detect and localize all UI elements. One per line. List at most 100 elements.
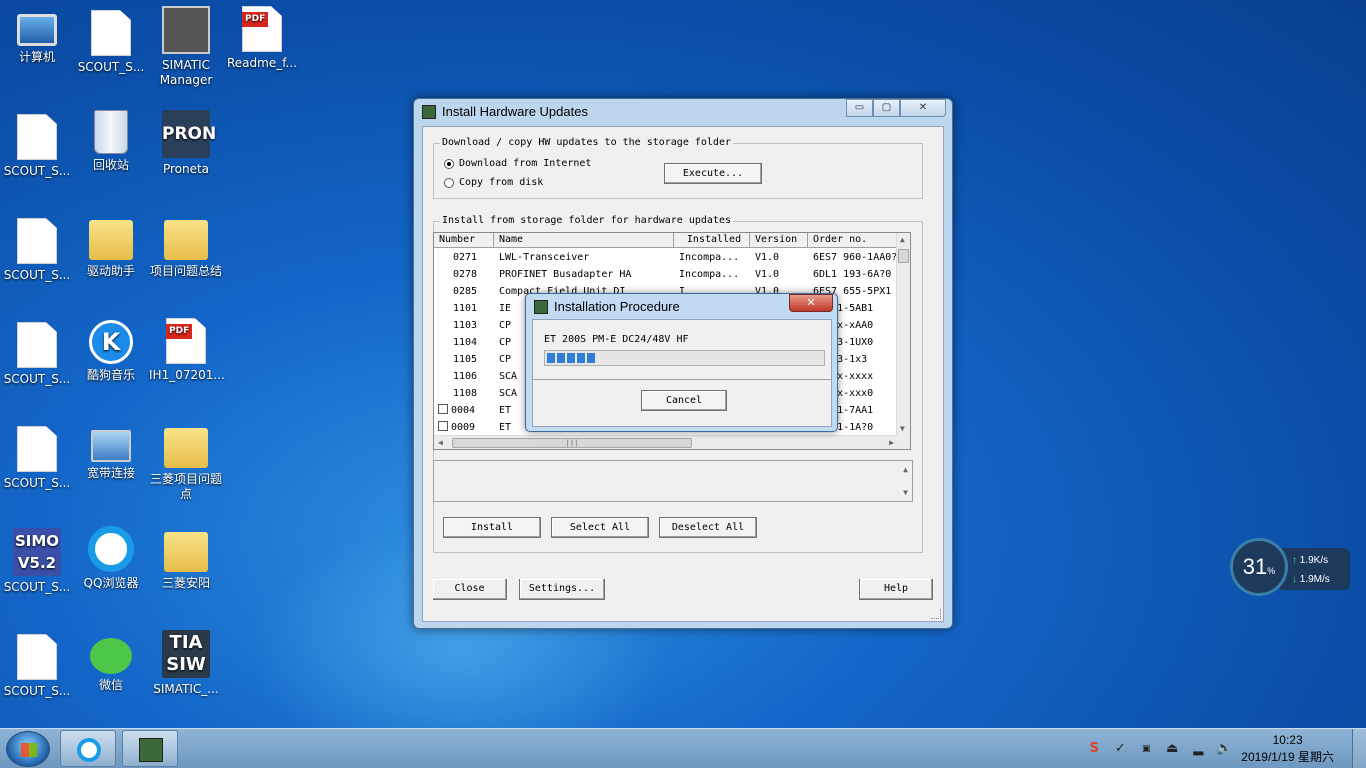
desktop-icon-label: 微信 (98, 678, 123, 692)
radio-button[interactable] (444, 177, 454, 188)
pdf-badge: PDF (242, 12, 269, 27)
window-titlebar[interactable]: Install Hardware Updates ▭ ▢ ✕ (414, 99, 952, 125)
clock-time: 10:23 (1272, 733, 1303, 747)
sogou-input-icon[interactable]: S (1085, 740, 1103, 758)
dialog-client: ET 200S PM-E DC24/48V HF Cancel (532, 319, 832, 427)
desktop-icon-label: Readme_f... (226, 56, 298, 70)
desktop-icon-scout-simotion[interactable]: SIMO V5.2 SCOUT_S... (0, 528, 74, 595)
dialog-divider (533, 379, 831, 380)
install-button[interactable]: Install (443, 517, 541, 538)
show-desktop-button[interactable] (1352, 729, 1366, 768)
settings-button[interactable]: Settings... (519, 579, 605, 600)
scroll-down-icon[interactable]: ▼ (900, 424, 905, 433)
license-manager-icon[interactable]: ▣ (1137, 740, 1155, 758)
progress-segment (567, 353, 575, 363)
scroll-down-icon[interactable]: ▼ (903, 488, 908, 497)
taskbar-qq-browser[interactable] (60, 730, 116, 767)
close-window-button[interactable]: ✕ (900, 99, 946, 117)
system-clock[interactable]: 10:23 2019/1/19 星期六 (1241, 732, 1334, 766)
vertical-scrollbar[interactable]: ▲ ▼ (896, 233, 910, 449)
table-row[interactable]: 0278 PROFINET Busadapter HA Incompa... V1.0… (434, 266, 898, 283)
desktop-icon-readme-pdf[interactable]: PDF Readme_f... (225, 6, 299, 71)
desktop-icon-label: SCOUT_S... (77, 60, 145, 74)
column-header-installed[interactable]: Installed (674, 233, 750, 247)
desktop-icon-recycle-bin[interactable]: 回收站 (74, 110, 148, 173)
cell-text: IE (499, 303, 512, 314)
network-signal-icon[interactable]: ▂ (1189, 740, 1207, 758)
desktop-icon-project-summary[interactable]: 项目问题总结 (149, 214, 223, 279)
column-header-order-no[interactable]: Order no. (808, 233, 898, 247)
desktop-icon-scout-5[interactable]: SCOUT_S... (0, 634, 74, 699)
desktop-icon-qq-browser[interactable]: QQ浏览器 (74, 526, 148, 591)
scroll-up-icon[interactable]: ▲ (900, 235, 905, 244)
percent-unit: % (1267, 566, 1276, 576)
desktop-icon-mitsubishi-anyang[interactable]: 三菱安阳 (149, 526, 223, 591)
desktop-icon-mitsubishi-issues[interactable]: 三菱项目问题点 (149, 422, 223, 502)
desktop-icon-scout-1[interactable]: SCOUT_S... (0, 114, 74, 179)
resize-grip-icon[interactable] (931, 609, 941, 619)
select-all-button[interactable]: Select All (551, 517, 649, 538)
table-cell-number: 0004 (434, 402, 494, 419)
dialog-close-button[interactable]: ✕ (789, 294, 833, 312)
table-row[interactable]: 0271 LWL-Transceiver Incompa... V1.0 6ES7 96… (434, 249, 898, 266)
desktop-icon-computer[interactable]: 计算机 (0, 6, 74, 65)
folder-icon (164, 220, 208, 260)
close-button[interactable]: Close (433, 579, 507, 600)
volume-icon[interactable]: 🔈 (1215, 740, 1233, 758)
horizontal-scrollbar[interactable]: ◀ ||| ▶ (434, 435, 898, 449)
column-header-name[interactable]: Name (494, 233, 674, 247)
desktop-icon-kugou[interactable]: K 酷狗音乐 (74, 320, 148, 383)
column-header-version[interactable]: Version (750, 233, 808, 247)
horizontal-scroll-thumb[interactable]: ||| (452, 438, 692, 448)
antivirus-icon[interactable]: ✓ (1111, 740, 1129, 758)
cell-text: 0271 (453, 252, 478, 263)
progress-segment (577, 353, 585, 363)
cancel-button[interactable]: Cancel (641, 390, 727, 411)
desktop-icon-label: SIMATIC_... (153, 682, 219, 696)
cell-text: V1.0 (755, 269, 780, 280)
minimize-button[interactable]: ▭ (846, 99, 873, 117)
computer-icon (17, 14, 57, 46)
row-checkbox[interactable] (438, 404, 448, 414)
maximize-button[interactable]: ▢ (873, 99, 900, 117)
start-button[interactable] (6, 731, 50, 767)
radio-button-selected[interactable] (444, 158, 454, 169)
usb-device-icon[interactable]: ⏏ (1163, 740, 1181, 758)
scroll-up-icon[interactable]: ▲ (903, 465, 908, 474)
desktop-icon-proneta[interactable]: PRON Proneta (149, 110, 223, 177)
deselect-all-button[interactable]: Deselect All (659, 517, 757, 538)
radio-download-internet[interactable]: Download from Internet (444, 158, 591, 169)
desktop-icon-scout-top[interactable]: SCOUT_S... (74, 10, 148, 75)
document-icon (17, 114, 57, 160)
taskbar-install-hw-updates[interactable] (122, 730, 178, 767)
upload-arrow-icon: ↑ (1292, 555, 1297, 566)
desktop-icon-scout-2[interactable]: SCOUT_S... (0, 218, 74, 283)
desktop-icon-driver-helper[interactable]: 驱动助手 (74, 214, 148, 279)
scroll-left-icon[interactable]: ◀ (438, 438, 443, 447)
recycle-bin-icon (94, 110, 128, 154)
network-speed-widget[interactable]: ↑ 1.9K/s ↓ 1.9M/s 31% (1230, 538, 1350, 598)
cell-text: 6DL1 193-6A?0 (813, 269, 892, 280)
qq-browser-icon (88, 526, 134, 572)
cell-text: CP (499, 337, 512, 348)
document-icon (17, 634, 57, 680)
desktop-icon-simatic-manager[interactable]: SIMATIC Manager (149, 6, 223, 88)
desktop-icon-wechat[interactable]: 微信 (74, 632, 148, 693)
cell-text: SCA (499, 371, 518, 382)
table-cell-installed: Incompa... (674, 249, 750, 266)
desktop-icon-tia-portal[interactable]: TIA SIW SIMATIC_... (149, 630, 223, 697)
desktop-icon-scout-3[interactable]: SCOUT_S... (0, 322, 74, 387)
cell-text: CP (499, 354, 512, 365)
scroll-right-icon[interactable]: ▶ (889, 438, 894, 447)
desktop-icon-scout-4[interactable]: SCOUT_S... (0, 426, 74, 491)
row-checkbox[interactable] (438, 421, 448, 431)
execute-button[interactable]: Execute... (664, 163, 762, 184)
desktop-icon-ih1-pdf[interactable]: PDF IH1_07201... (149, 318, 225, 383)
desktop-icon-broadband[interactable]: 宽带连接 (74, 422, 148, 481)
column-header-number[interactable]: Number (434, 233, 494, 247)
cell-text: 1105 (453, 354, 478, 365)
radio-copy-disk[interactable]: Copy from disk (444, 177, 543, 188)
desktop-icon-label: 宽带连接 (86, 466, 135, 480)
scroll-thumb[interactable] (898, 249, 909, 263)
help-button[interactable]: Help (859, 579, 933, 600)
